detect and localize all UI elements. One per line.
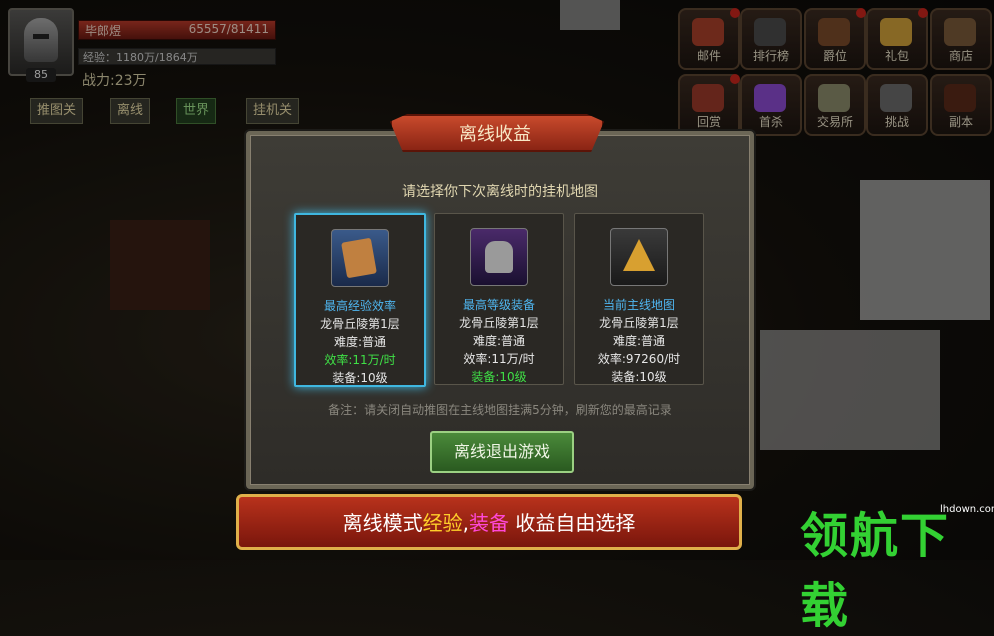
watermark-logo: 领航下载 [800,508,951,634]
dialog-subtitle: 请选择你下次离线时的挂机地图 [402,184,598,200]
armor-icon [470,228,528,286]
dialog-title: 离线收益 [459,124,531,145]
offline-reward-dialog: 请选择你下次离线时的挂机地图 最高经验效率 龙骨丘陵第1层 难度:普通 效率:1… [246,131,754,489]
card-gear: 装备:10级 [611,370,667,384]
card-difficulty: 难度:普通 [472,334,526,348]
promo-text: 离线模式经验,装备 收益自由选择 [239,507,739,536]
map-option-gear[interactable]: 最高等级装备 龙骨丘陵第1层 难度:普通 效率:11万/时 装备:10级 [434,213,564,385]
card-difficulty: 难度:普通 [333,335,387,349]
card-gear: 装备:10级 [471,370,527,384]
promo-part-choice: 收益自由选择 [509,511,636,535]
card-map: 龙骨丘陵第1层 [599,316,679,330]
card-title: 当前主线地图 [602,298,675,312]
promo-part-gear: 装备 [469,511,509,535]
card-gear: 装备:10级 [332,371,388,385]
card-title: 最高经验效率 [323,299,396,313]
dialog-title-banner: 离线收益 [390,108,604,154]
card-efficiency: 效率:97260/时 [597,352,681,366]
offline-exit-button[interactable]: 离线退出游戏 [430,431,574,473]
map-option-main[interactable]: 当前主线地图 龙骨丘陵第1层 难度:普通 效率:97260/时 装备:10级 [574,213,704,385]
book-icon [331,229,389,287]
card-difficulty: 难度:普通 [612,334,666,348]
promo-banner: 离线模式经验,装备 收益自由选择 [236,494,742,550]
card-efficiency: 效率:11万/时 [324,353,396,367]
card-map: 龙骨丘陵第1层 [459,316,539,330]
card-map: 龙骨丘陵第1层 [320,317,400,331]
promo-part-mode: 离线模式 [342,511,423,535]
map-sigil-icon [610,228,668,286]
promo-part-exp: 经验 [422,511,463,535]
map-option-exp[interactable]: 最高经验效率 龙骨丘陵第1层 难度:普通 效率:11万/时 装备:10级 [294,213,426,387]
card-efficiency: 效率:11万/时 [463,352,535,366]
card-title: 最高等级装备 [462,298,535,312]
dialog-note: 备注：请关闭自动推图在主线地图挂满5分钟，刷新您的最高记录 [328,403,672,417]
